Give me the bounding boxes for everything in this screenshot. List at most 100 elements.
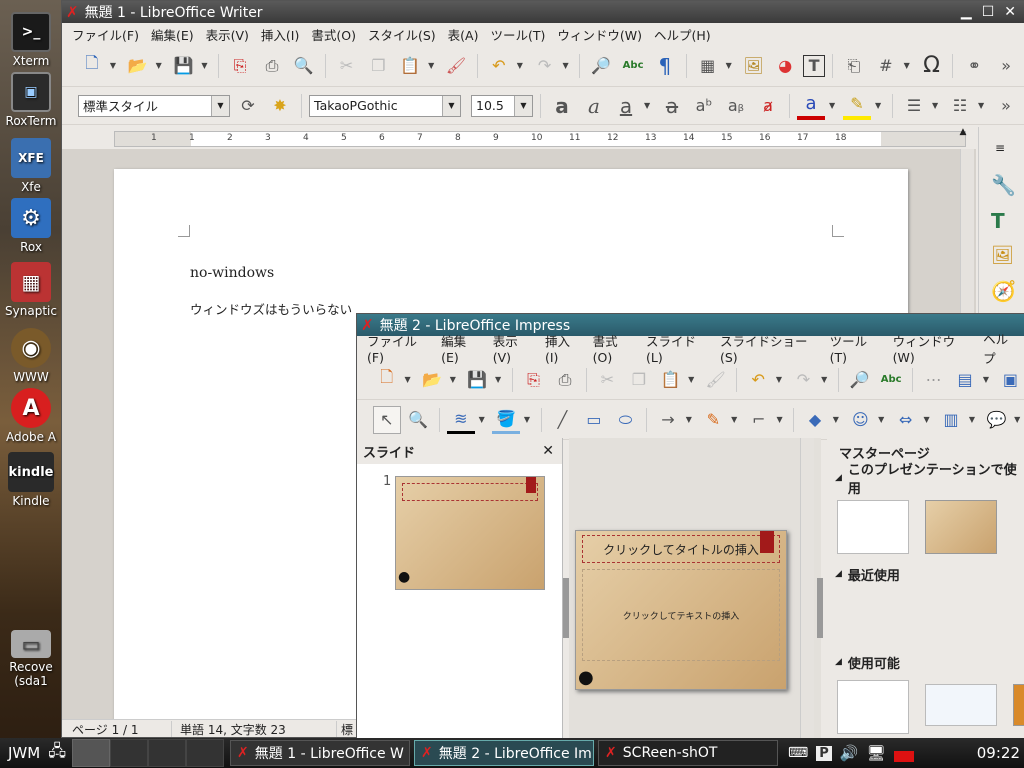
superscript-icon[interactable]: aᵇ [690,92,718,120]
highlight-color-icon[interactable]: ✎ [843,92,871,120]
block-arrows-icon[interactable]: ⇔ [892,406,920,434]
menu-window[interactable]: ウィンドウ(W) [551,25,648,44]
font-name-select[interactable]: TakaoPGothic ▼ [309,94,461,117]
hyperlink-icon[interactable]: ⚭ [960,52,988,80]
available-master-thumbnail[interactable] [1013,684,1024,726]
status-word-count[interactable]: 単語 14, 文字数 23 [172,721,337,737]
master-default-thumbnail[interactable] [837,500,909,554]
keyboard-icon[interactable]: ⌨ [788,745,808,761]
clock[interactable]: 09:22 [977,744,1020,762]
workspace-2[interactable] [110,739,149,767]
menu-help[interactable]: ヘルプ [977,329,1024,367]
underline-icon[interactable]: a [612,92,640,120]
splitter-handle[interactable] [563,578,569,638]
menu-file[interactable]: ファイル(F) [66,25,145,44]
kindle-launcher[interactable]: kindle Kindle [0,452,62,508]
recover-drive-icon[interactable]: ▭ Recove (sda1 [0,630,62,688]
chevron-down-icon[interactable]: ▼ [833,415,843,424]
slide-thumbnail[interactable]: ● [395,476,545,590]
cut-icon[interactable]: ✂ [333,52,361,80]
menu-slide[interactable]: スライド(L) [640,331,714,365]
menu-insert[interactable]: 挿入(I) [539,331,587,365]
chevron-down-icon[interactable]: ▼ [201,61,211,70]
copy-icon[interactable]: ❐ [365,52,393,80]
minimize-button[interactable]: ▁ [961,4,972,20]
splitter-handle-right[interactable] [817,578,823,638]
curve-tool-icon[interactable]: ✎ [700,406,728,434]
available-master-thumbnail[interactable] [925,684,997,726]
rox-launcher[interactable]: ⚙ Rox [0,198,62,254]
paste-icon[interactable]: 📋 [396,52,424,80]
section-available[interactable]: ◢ 使用可能 [835,652,900,672]
line-tool-icon[interactable]: ╱ [549,406,577,434]
start-menu-button[interactable]: JWM [0,744,48,762]
symbol-shapes-icon[interactable]: ☺ [847,406,875,434]
clone-formatting-icon[interactable]: 🖌 [442,52,470,80]
flowchart-icon[interactable]: ▥ [937,406,965,434]
numbered-list-icon[interactable]: ☷ [946,92,974,120]
spellcheck-icon[interactable]: Abc [877,366,904,394]
master-slide-icon[interactable]: ▣ [997,366,1024,394]
bullet-list-icon[interactable]: ☰ [900,92,928,120]
ellipse-tool-icon[interactable]: ⬭ [612,406,640,434]
find-replace-icon[interactable]: 🔎 [587,52,615,80]
slide-layout-icon[interactable]: ▤ [951,366,978,394]
section-recent[interactable]: ◢ 最近使用 [835,564,900,584]
properties-icon[interactable]: 🔧 [991,173,1016,197]
chevron-down-icon[interactable]: ▼ [821,375,831,384]
menu-view[interactable]: 表示(V) [200,25,255,44]
chevron-down-icon[interactable]: ▼ [517,61,527,70]
chevron-down-icon[interactable]: ▼ [524,415,534,424]
chevron-down-icon[interactable]: ▼ [1014,415,1024,424]
maximize-button[interactable]: ☐ [982,4,995,20]
special-character-icon[interactable]: Ω [918,52,946,80]
volume-icon[interactable]: 🔊 [840,744,859,762]
undo-icon[interactable]: ↶ [744,366,771,394]
new-presentation-icon[interactable]: 🗋 [373,366,400,394]
task-impress[interactable]: ✗ 無題 2 - LibreOffice Im [414,740,595,766]
sidebar-menu-icon[interactable]: ≡ [995,141,1005,155]
select-pointer-icon[interactable]: ↖ [373,405,401,434]
export-pdf-icon[interactable]: ⎘ [226,52,254,80]
print-preview-icon[interactable]: 🔍 [290,52,318,80]
print-icon[interactable]: ⎙ [258,52,286,80]
styles-icon[interactable]: T [991,209,1005,233]
pdf-tray-icon[interactable]: P [816,745,832,761]
status-page-style[interactable]: 標 [337,721,357,737]
master-current-thumbnail[interactable] [925,500,997,554]
network-status-icon[interactable]: 🖥 [866,744,885,762]
insert-chart-icon[interactable]: ◕ [771,52,799,80]
menu-tools[interactable]: ツール(T) [824,331,887,365]
menu-window[interactable]: ウィンドウ(W) [887,331,978,365]
font-size-select[interactable]: 10.5 ▼ [471,94,533,117]
document-line-2[interactable]: ウィンドウズはもういらない [190,299,352,318]
copy-icon[interactable]: ❐ [625,366,652,394]
menu-edit[interactable]: 編集(E) [435,331,487,365]
basic-shapes-icon[interactable]: ◆ [801,406,829,434]
spellcheck-icon[interactable]: Abc [619,52,647,80]
chevron-down-icon[interactable]: ▼ [932,101,942,110]
insert-textbox-icon[interactable]: T [803,54,826,77]
display-grid-icon[interactable]: ⋯ [920,366,947,394]
print-icon[interactable]: ⎙ [551,366,578,394]
chevron-down-icon[interactable]: ▼ [878,415,888,424]
workspace-4[interactable] [186,739,225,767]
chevron-down-icon[interactable]: ▼ [156,61,166,70]
redo-icon[interactable]: ↷ [531,52,559,80]
chevron-down-icon[interactable]: ▼ [776,415,786,424]
chevron-down-icon[interactable]: ▼ [875,101,885,110]
chevron-down-icon[interactable]: ▼ [983,375,993,384]
current-slide[interactable]: クリックしてタイトルの挿入 クリックしてテキストの挿入 ● [575,530,787,690]
connector-tool-icon[interactable]: ⌐ [745,406,773,434]
chevron-down-icon[interactable]: ▼ [442,95,460,116]
chevron-down-icon[interactable]: ▼ [514,95,532,116]
line-color-icon[interactable]: ≋ [447,406,475,434]
callouts-icon[interactable]: 💬 [983,406,1011,434]
cut-icon[interactable]: ✂ [594,366,621,394]
chevron-down-icon[interactable]: ▼ [211,95,229,116]
chevron-down-icon[interactable]: ▼ [731,415,741,424]
slide-text-placeholder[interactable]: クリックしてテキストの挿入 [582,569,780,661]
chevron-down-icon[interactable]: ▼ [969,415,979,424]
formatting-marks-icon[interactable]: ¶ [651,52,679,80]
chevron-down-icon[interactable]: ▼ [479,415,489,424]
